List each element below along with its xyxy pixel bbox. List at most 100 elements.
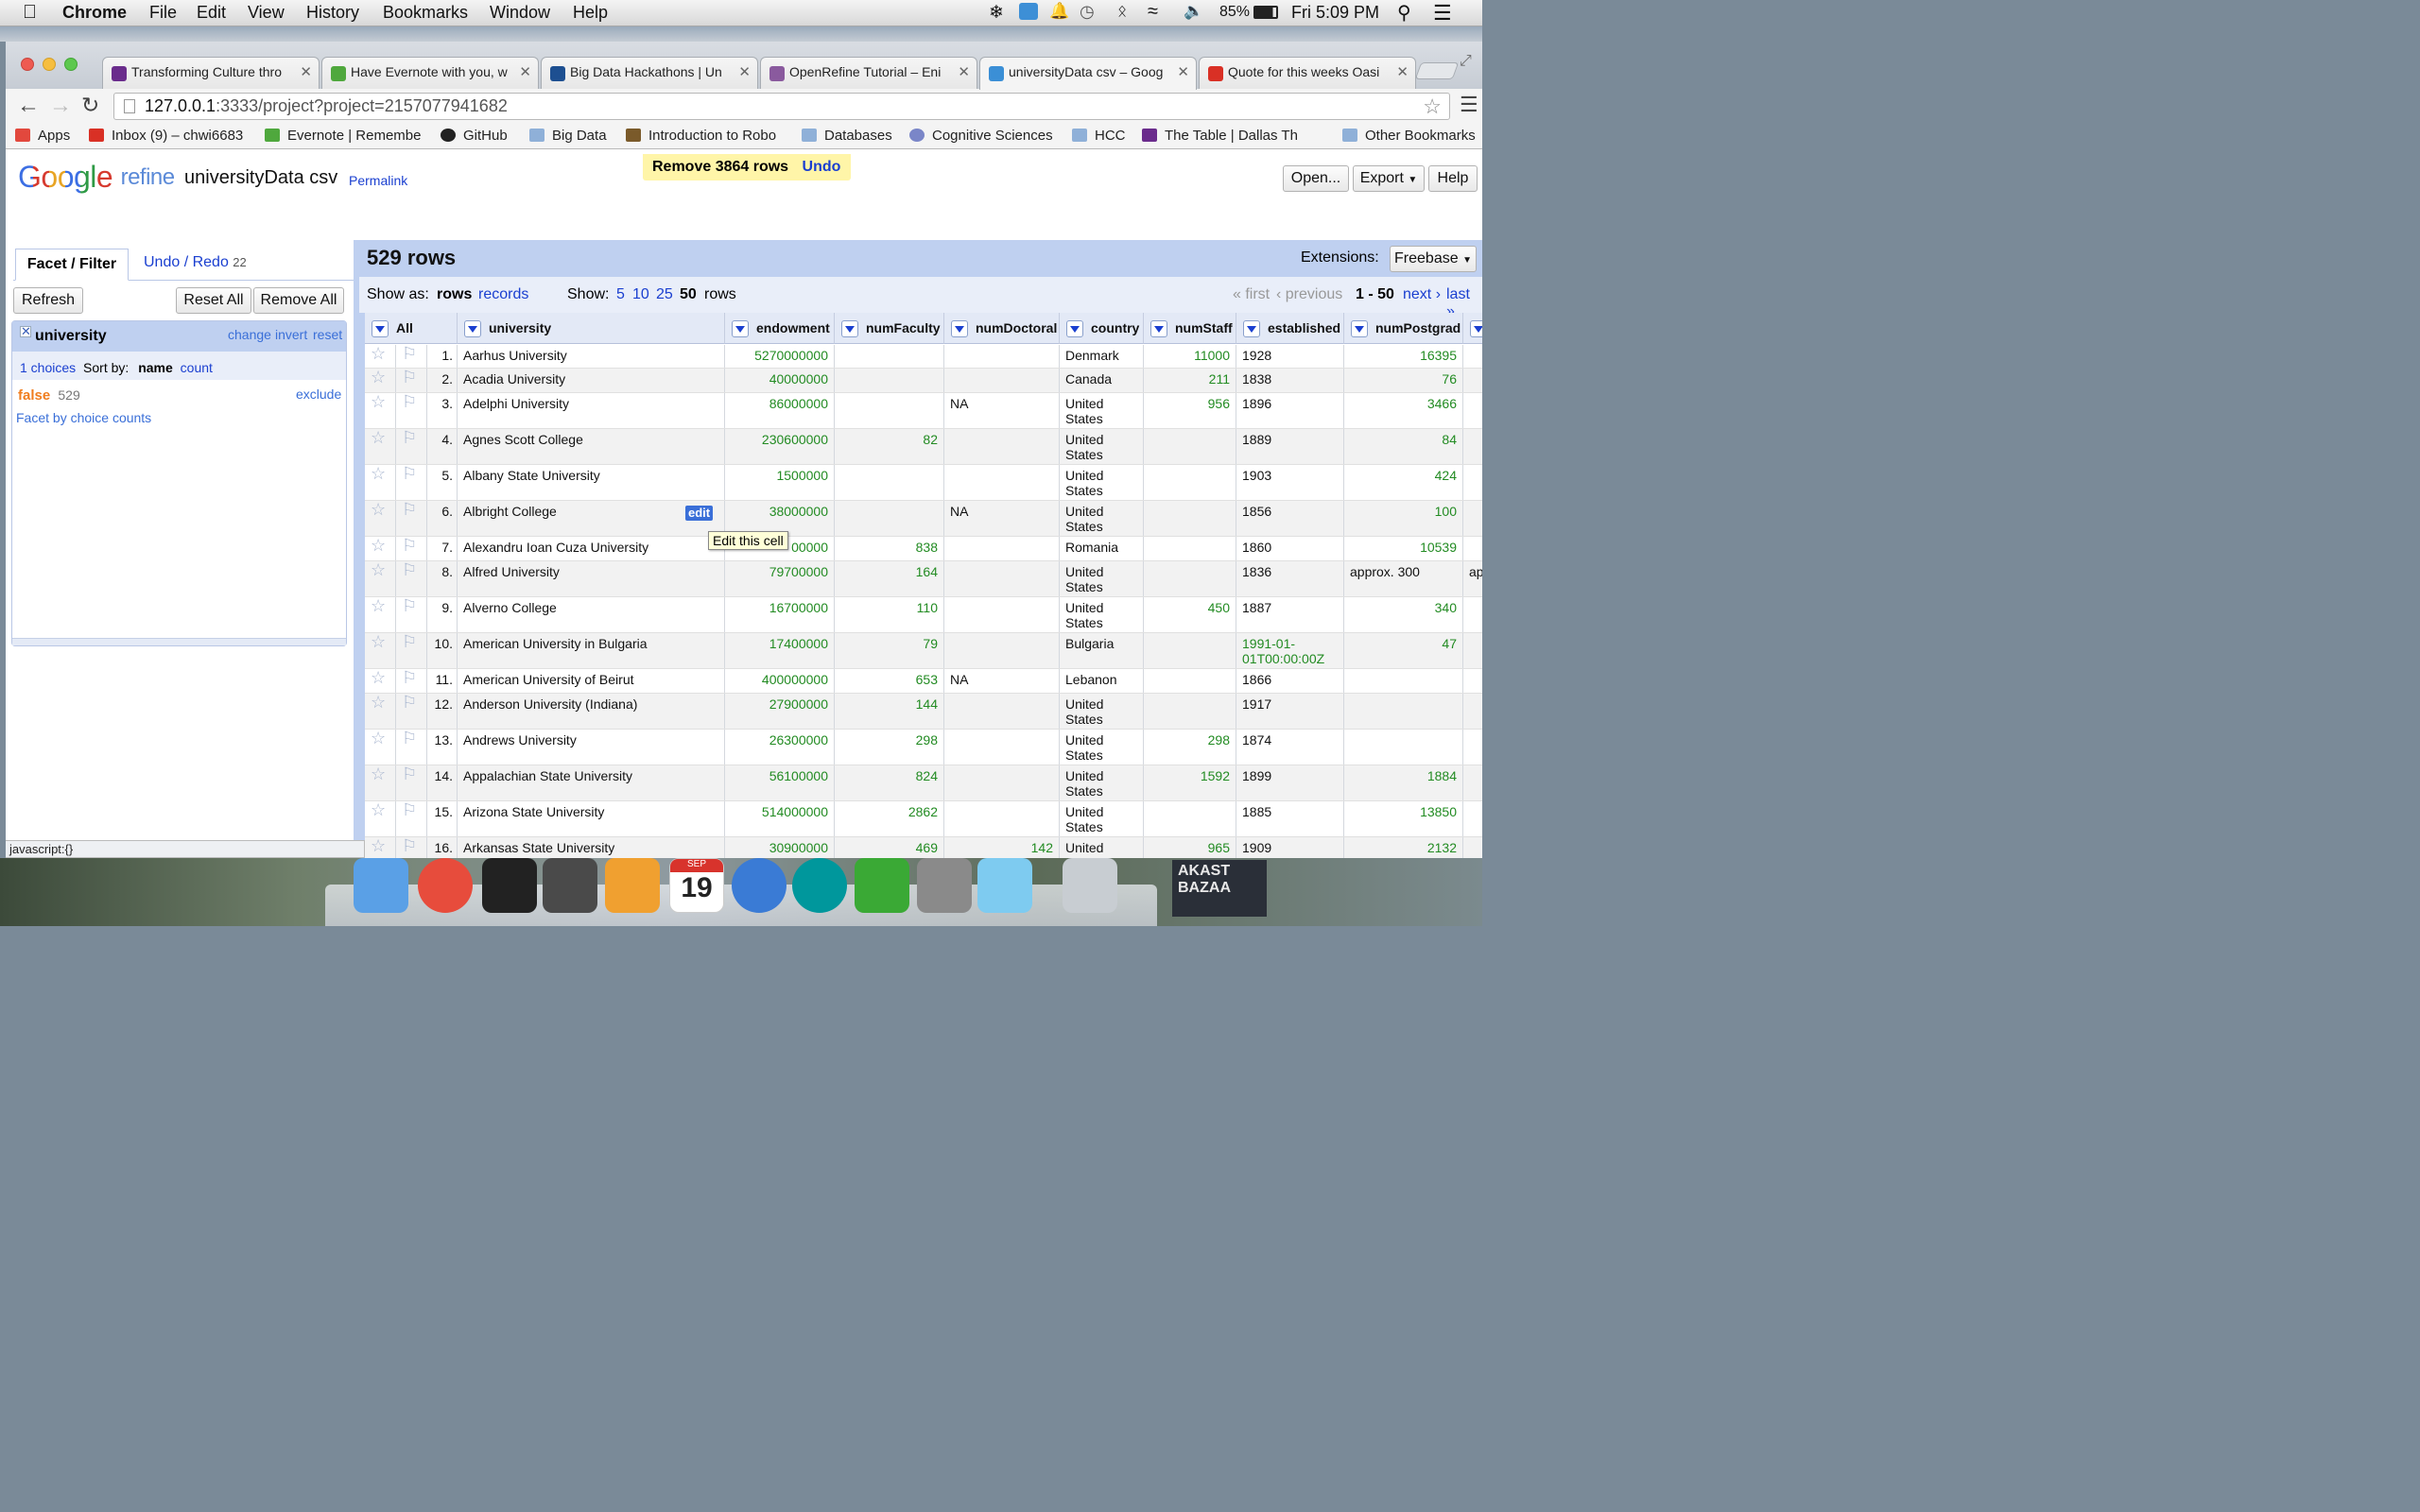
facet-invert-link[interactable]: invert (275, 327, 307, 342)
cell-numdoctoral[interactable] (944, 633, 1060, 668)
trash-icon[interactable] (1063, 858, 1117, 913)
facet-tab[interactable]: Facet / Filter (15, 249, 129, 281)
cell-numpostgrad[interactable]: 2132 (1344, 837, 1463, 858)
cell-n[interactable]: 8. (427, 561, 458, 596)
table-row[interactable]: ☆ ⚐ 3. Adelphi University 86000000 NA United S… (359, 393, 1482, 429)
cell-numpostgrad[interactable]: 76 (1344, 369, 1463, 392)
cell-numfaculty[interactable]: 144 (835, 694, 944, 729)
star-icon[interactable]: ☆ (365, 597, 396, 632)
facet-by-counts-link[interactable]: Facet by choice counts (16, 410, 151, 425)
cell-established[interactable]: 1856 (1236, 501, 1344, 536)
flag-icon[interactable]: ⚐ (396, 345, 427, 368)
refresh-button[interactable]: Refresh (13, 287, 83, 314)
cell-numpostgrad[interactable]: 100 (1344, 501, 1463, 536)
cell-numdoctoral[interactable] (944, 345, 1060, 368)
facet-title[interactable]: university (35, 328, 107, 345)
star-icon[interactable]: ☆ (365, 561, 396, 596)
table-row[interactable]: ☆ ⚐ 14. Appalachian State University 5610000… (359, 765, 1482, 801)
cell-numstaff[interactable] (1144, 801, 1236, 836)
cell-country[interactable]: United States (1060, 597, 1144, 632)
calendar-icon[interactable]: SEP 19 (669, 858, 724, 913)
battery-icon[interactable] (1253, 6, 1278, 19)
cell-country[interactable]: United States (1060, 730, 1144, 765)
table-row[interactable]: ☆ ⚐ 12. Anderson University (Indiana) 279000… (359, 694, 1482, 730)
column-menu-icon[interactable] (1150, 320, 1167, 338)
table-row[interactable]: ☆ ⚐ 8. Alfred University 79700000 164 United S… (359, 561, 1482, 597)
cell-established[interactable]: 1874 (1236, 730, 1344, 765)
cell-numfaculty[interactable]: 838 (835, 537, 944, 560)
cell-numstaff[interactable]: 956 (1144, 393, 1236, 428)
cell-numdoctoral[interactable] (944, 694, 1060, 729)
open-button[interactable]: Open... (1283, 165, 1349, 192)
table-row[interactable]: ☆ ⚐ 7. Alexandru Ioan Cuza University 00000 8… (359, 537, 1482, 561)
pager-next[interactable]: next › (1403, 286, 1441, 303)
facet-exclude-link[interactable]: exclude (296, 387, 341, 402)
reload-icon[interactable]: ↻ (81, 93, 99, 118)
cell-country[interactable]: United States (1060, 465, 1144, 500)
notification-bell-icon[interactable]: 🔔 (1049, 2, 1069, 21)
flag-icon[interactable]: ⚐ (396, 597, 427, 632)
cell-endowment[interactable]: 30900000 (725, 837, 835, 858)
dropbox-icon[interactable] (1019, 3, 1038, 20)
battery-percent[interactable]: 85% (1219, 4, 1250, 21)
flag-icon[interactable]: ⚐ (396, 765, 427, 800)
star-icon[interactable]: ☆ (365, 465, 396, 500)
cell-numpostgrad[interactable] (1344, 669, 1463, 693)
forward-icon[interactable]: → (49, 93, 72, 119)
cell-university[interactable]: Adelphi University (458, 393, 725, 428)
cell-endowment[interactable]: 40000000 (725, 369, 835, 392)
cell-numdoctoral[interactable] (944, 801, 1060, 836)
cell-numpostgrad[interactable]: 424 (1344, 465, 1463, 500)
table-row[interactable]: ☆ ⚐ 13. Andrews University 26300000 298 United… (359, 730, 1482, 765)
cell-numdoctoral[interactable] (944, 369, 1060, 392)
cell-endowment[interactable]: 86000000 (725, 393, 835, 428)
cell-n[interactable]: 12. (427, 694, 458, 729)
cell-n[interactable]: 10. (427, 633, 458, 668)
cell-established[interactable]: 1887 (1236, 597, 1344, 632)
facet-remove-icon[interactable]: ✕ (20, 325, 31, 337)
page-size-5[interactable]: 5 (616, 286, 625, 303)
cell-established[interactable]: 1860 (1236, 537, 1344, 560)
address-bar[interactable]: 127.0.0.1:3333/project?project=215707794… (113, 93, 1450, 120)
cell-country[interactable]: United States (1060, 501, 1144, 536)
apple-icon[interactable]:  (23, 2, 37, 24)
permalink[interactable]: Permalink (349, 173, 407, 188)
cell-numpostgrad[interactable]: 3466 (1344, 393, 1463, 428)
cell-endowment[interactable]: 26300000 (725, 730, 835, 765)
column-header-numdoctoral[interactable]: numDoctoral (944, 313, 1060, 344)
cell-n[interactable]: 14. (427, 765, 458, 800)
cell-endowment[interactable]: 56100000 (725, 765, 835, 800)
cell-university[interactable]: Alexandru Ioan Cuza University (458, 537, 725, 560)
freebase-button[interactable]: Freebase ▼ (1390, 246, 1477, 272)
browser-tab[interactable]: Transforming Culture thro ✕ (102, 57, 320, 89)
cell-numdoctoral[interactable]: NA (944, 393, 1060, 428)
flag-icon[interactable]: ⚐ (396, 537, 427, 560)
table-row[interactable]: ☆ ⚐ 2. Acadia University 40000000 Canada 211 18… (359, 369, 1482, 393)
cell-university[interactable]: Arizona State University (458, 801, 725, 836)
cell-numdoctoral[interactable] (944, 465, 1060, 500)
cell-endowment[interactable]: 1500000 (725, 465, 835, 500)
facet-choices-count[interactable]: 1 choices (20, 360, 76, 375)
star-icon[interactable]: ☆ (365, 730, 396, 765)
cell-n[interactable]: 9. (427, 597, 458, 632)
export-button[interactable]: Export ▼ (1353, 165, 1425, 192)
sort-by-count[interactable]: count (181, 360, 213, 375)
column-menu-icon[interactable] (1243, 320, 1260, 338)
minimize-window-button[interactable] (43, 58, 56, 71)
table-row[interactable]: ☆ ⚐ 1. Aarhus University 5270000000 Denmark 11… (359, 345, 1482, 369)
browser-tab-active[interactable]: universityData csv – Goog ✕ (979, 57, 1197, 90)
cell-country[interactable]: United States (1060, 694, 1144, 729)
column-header-numfaculty[interactable]: numFaculty (835, 313, 944, 344)
cell-numpostgrad[interactable]: 340 (1344, 597, 1463, 632)
bookmark-apps[interactable]: Apps (15, 128, 70, 144)
cell-endowment[interactable]: 514000000 (725, 801, 835, 836)
cell-overflow[interactable] (1463, 393, 1482, 428)
flag-icon[interactable]: ⚐ (396, 801, 427, 836)
cell-numstaff[interactable] (1144, 633, 1236, 668)
cell-numfaculty[interactable] (835, 369, 944, 392)
cell-university[interactable]: Anderson University (Indiana) (458, 694, 725, 729)
flag-icon[interactable]: ⚐ (396, 369, 427, 392)
cell-overflow[interactable] (1463, 597, 1482, 632)
cell-numdoctoral[interactable] (944, 561, 1060, 596)
cell-university[interactable]: Arkansas State University (458, 837, 725, 858)
